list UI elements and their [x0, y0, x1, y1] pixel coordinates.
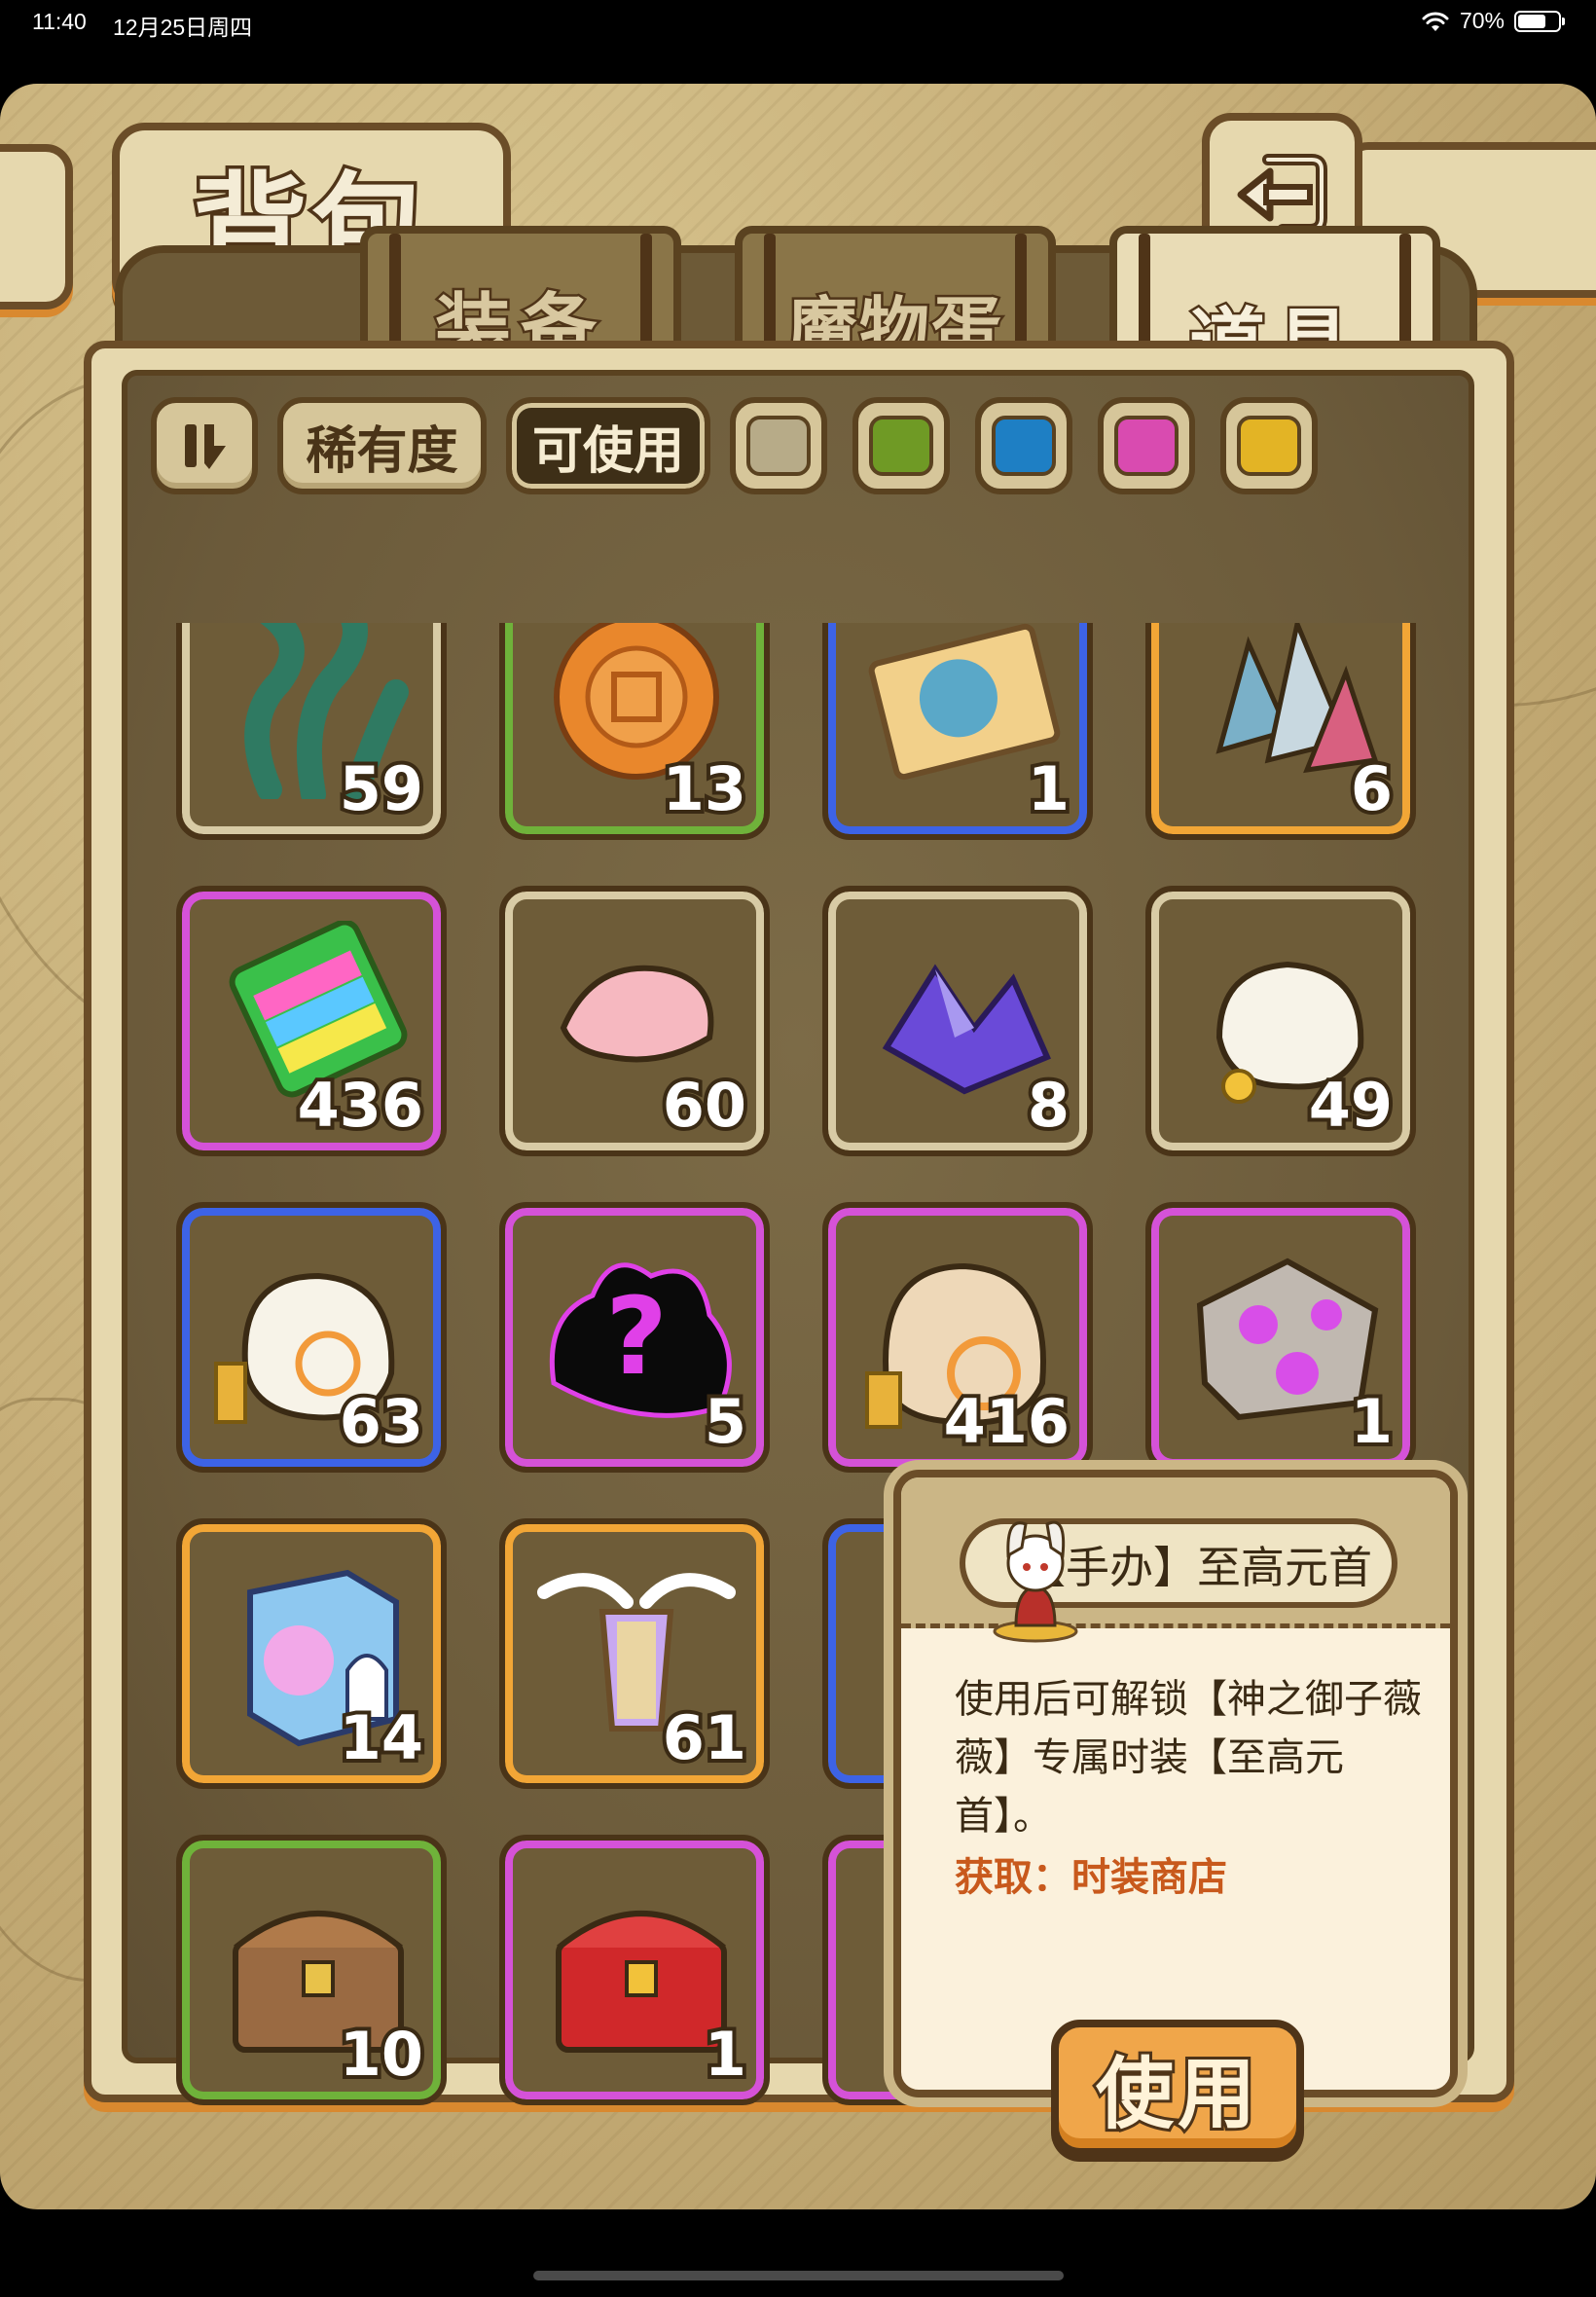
rarity-swatch-group: [730, 397, 1318, 494]
item-slot[interactable]: 1: [499, 1835, 770, 2105]
item-slot[interactable]: ? 5: [499, 1202, 770, 1473]
item-tooltip: 【手办】至高元首 使用后可解锁【神之御子薇薇】专属时装【至高元首】。 获取：时装…: [893, 1470, 1458, 2097]
wifi-icon: [1422, 12, 1449, 31]
item-count: 6: [1347, 749, 1396, 828]
item-count: 1: [1024, 749, 1073, 828]
tooltip-description: 使用后可解锁【神之御子薇薇】专属时装【至高元首】。: [955, 1677, 1422, 1839]
rarity-swatch-button[interactable]: [852, 397, 950, 494]
item-slot[interactable]: 13: [499, 623, 770, 840]
item-slot[interactable]: 63: [176, 1202, 447, 1473]
battery-fill: [1518, 14, 1545, 28]
use-button[interactable]: 使用: [1051, 2020, 1304, 2156]
item-count: 14: [336, 1698, 427, 1777]
item-count: 60: [659, 1066, 750, 1145]
filter-bar: 稀有度 可使用: [151, 397, 1318, 494]
rarity-swatch-button[interactable]: [1220, 397, 1318, 494]
rarity-filter-label: 稀有度: [306, 421, 458, 481]
battery-icon: [1514, 10, 1565, 32]
rarity-swatch: [1114, 416, 1179, 476]
item-count: 416: [940, 1382, 1073, 1461]
item-slot[interactable]: 49: [1145, 886, 1416, 1156]
item-count: 63: [336, 1382, 427, 1461]
item-slot[interactable]: 416: [822, 1202, 1093, 1473]
item-slot[interactable]: 61: [499, 1518, 770, 1789]
rarity-swatch: [992, 416, 1056, 476]
status-bar: 11:40 12月25日周四 70%: [0, 0, 1596, 49]
rarity-swatch: [746, 416, 811, 476]
item-slot[interactable]: 1: [1145, 1202, 1416, 1473]
battery-percent: 70%: [1459, 8, 1505, 33]
item-count: 61: [659, 1698, 750, 1777]
item-slot[interactable]: 10: [176, 1835, 447, 2105]
usable-filter-button[interactable]: 可使用: [506, 397, 710, 494]
sort-toggle-button[interactable]: [151, 397, 258, 494]
side-tab[interactable]: [0, 144, 73, 310]
rarity-swatch: [1237, 416, 1301, 476]
item-count: 1: [1347, 1382, 1396, 1461]
status-time: 11:40: [32, 9, 87, 34]
usable-filter-label: 可使用: [531, 421, 684, 481]
item-slot[interactable]: 1: [822, 623, 1093, 840]
rarity-swatch-button[interactable]: [730, 397, 827, 494]
item-count: 49: [1305, 1066, 1396, 1145]
rarity-swatch-button[interactable]: [1098, 397, 1195, 494]
item-slot[interactable]: 6: [1145, 623, 1416, 840]
item-count: 1: [701, 2015, 750, 2094]
rarity-filter-button[interactable]: 稀有度: [277, 397, 487, 494]
item-slot[interactable]: 59: [176, 623, 447, 840]
sort-toggle-icon: [185, 424, 226, 469]
item-slot[interactable]: 436: [176, 886, 447, 1156]
home-indicator[interactable]: [533, 2271, 1064, 2280]
item-count: 13: [659, 749, 750, 828]
item-slot[interactable]: 60: [499, 886, 770, 1156]
rarity-swatch-button[interactable]: [975, 397, 1072, 494]
rarity-swatch: [869, 416, 933, 476]
item-count: 8: [1024, 1066, 1073, 1145]
svg-text:?: ?: [605, 1274, 668, 1399]
tooltip-source: 获取：时装商店: [955, 1855, 1227, 1900]
item-slot[interactable]: 8: [822, 886, 1093, 1156]
figure-avatar-icon: [993, 1520, 1078, 1643]
item-count: 59: [336, 749, 427, 828]
item-count: 10: [336, 2015, 427, 2094]
use-button-label: 使用: [1093, 2045, 1259, 2142]
item-slot[interactable]: 14: [176, 1518, 447, 1789]
item-count: 5: [701, 1382, 750, 1461]
item-count: 436: [294, 1066, 427, 1145]
status-date: 12月25日周四: [113, 15, 253, 40]
